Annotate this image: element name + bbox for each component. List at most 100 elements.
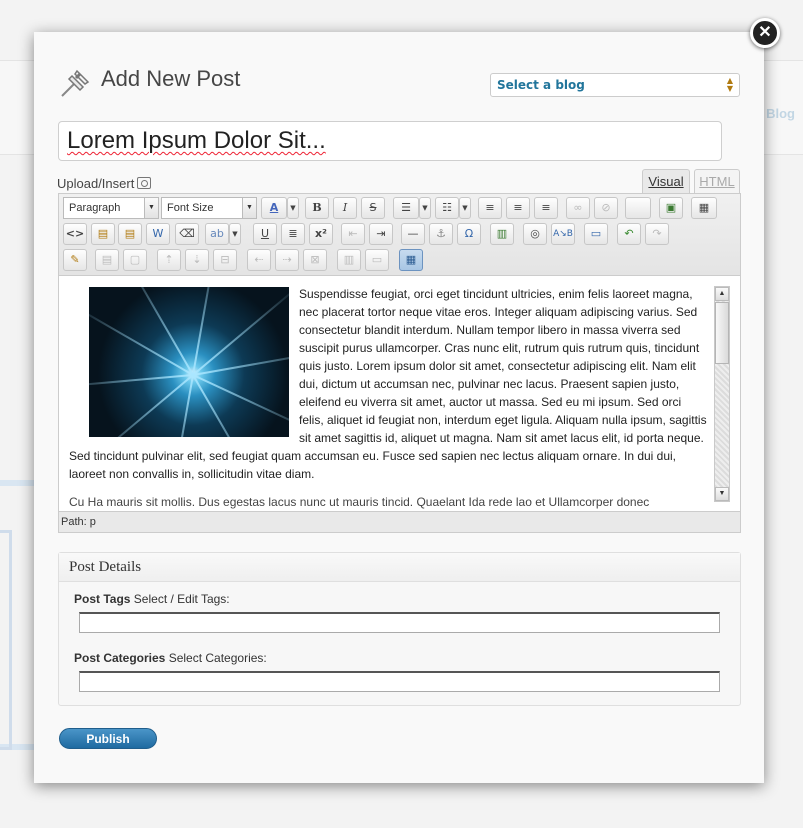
bold-button[interactable]: B	[305, 197, 329, 219]
chevron-down-icon: ▼	[242, 198, 256, 218]
merge-cells-button[interactable]: ▭	[365, 249, 389, 271]
post-categories-input[interactable]	[79, 671, 720, 692]
scroll-up-arrow-icon[interactable]: ▲	[715, 287, 729, 301]
paste-word-button[interactable]: W	[146, 223, 170, 245]
find-button[interactable]: ◎	[523, 223, 547, 245]
replace-button[interactable]: A↘B	[551, 223, 575, 245]
add-media-icon[interactable]	[137, 177, 152, 189]
paste-text-icon: ▤	[124, 227, 136, 240]
scroll-down-arrow-icon[interactable]: ▼	[715, 487, 729, 501]
table-icon: ▦	[405, 253, 417, 266]
split-cells-button[interactable]: ▥	[337, 249, 361, 271]
redo-icon: ↷	[652, 227, 662, 240]
numbered-list-dropdown[interactable]: ▼	[459, 197, 471, 219]
highlight-button[interactable]: ab	[205, 223, 229, 245]
highlight-dropdown[interactable]: ▼	[229, 223, 241, 245]
post-categories-label-bold: Post Categories	[74, 651, 166, 665]
undo-button[interactable]: ↶	[617, 223, 641, 245]
paste-word-icon: W	[152, 227, 164, 240]
italic-button[interactable]: I	[333, 197, 357, 219]
insert-layer-button[interactable]: ▭	[584, 223, 608, 245]
insert-table-button[interactable]: ▦	[399, 249, 423, 271]
paste-text-button[interactable]: ▤	[118, 223, 142, 245]
post-categories-label: Post Categories Select Categories:	[74, 651, 267, 665]
image-float-spacer	[69, 285, 299, 441]
eraser-icon: ⌫	[179, 227, 195, 240]
remove-format-button[interactable]: ⌫	[175, 223, 199, 245]
unlink-button[interactable]: ⊘	[594, 197, 618, 219]
justify-button[interactable]: ≣	[281, 223, 305, 245]
text-color-button[interactable]: A	[261, 197, 287, 219]
strikethrough-button[interactable]: S	[361, 197, 385, 219]
paragraph-format-select[interactable]: Paragraph ▼	[63, 197, 159, 219]
insert-link-button[interactable]: ∞	[566, 197, 590, 219]
split-cells-icon: ▥	[343, 253, 355, 266]
tab-visual[interactable]: Visual	[642, 169, 690, 193]
pushpin-icon	[61, 69, 90, 97]
align-right-button[interactable]: ≡	[534, 197, 558, 219]
editor-content[interactable]: Suspendisse feugiat, orci eget tincidunt…	[59, 277, 740, 511]
insert-media-button[interactable]: ▥	[490, 223, 514, 245]
align-center-button[interactable]: ≡	[506, 197, 530, 219]
delete-row-icon: ⊟	[220, 253, 230, 266]
background-blog-link: Blog	[766, 106, 795, 121]
html-code-button[interactable]: <>	[63, 223, 87, 245]
insert-more-button[interactable]	[625, 197, 651, 219]
bullet-list-button[interactable]: ☰	[393, 197, 419, 219]
upload-insert[interactable]: Upload/Insert	[57, 176, 152, 191]
bullet-list-icon: ☰	[401, 201, 411, 214]
rich-text-editor: Paragraph ▼ Font Size ▼ A ▼ B I S ☰ ▼ ☷ ▼ …	[58, 193, 741, 533]
editor-scrollbar[interactable]: ▲ ▼	[714, 286, 730, 502]
indent-button[interactable]: ⇥	[369, 223, 393, 245]
text-color-dropdown[interactable]: ▼	[287, 197, 299, 219]
outdent-button[interactable]: ⇤	[341, 223, 365, 245]
indent-icon: ⇥	[376, 227, 386, 240]
post-tags-input[interactable]	[79, 612, 720, 633]
blog-select-value: Select a blog	[497, 78, 585, 92]
font-size-select[interactable]: Font Size ▼	[161, 197, 257, 219]
table-row-props-button[interactable]: ▤	[95, 249, 119, 271]
edit-image-button[interactable]: ✎	[63, 249, 87, 271]
table-cell-props-button[interactable]: ▢	[123, 249, 147, 271]
anchor-button[interactable]: ⚓	[429, 223, 453, 245]
insert-row-after-button[interactable]: ⇣	[185, 249, 209, 271]
publish-button[interactable]: Publish	[59, 728, 157, 749]
superscript-button[interactable]: x²	[309, 223, 333, 245]
post-title-input[interactable]: Lorem Ipsum Dolor Sit...	[58, 121, 722, 161]
text-color-icon: A	[269, 201, 279, 214]
redo-button[interactable]: ↷	[645, 223, 669, 245]
blog-select[interactable]: Select a blog ▲ ▼	[490, 73, 740, 97]
replace-icon: A↘B	[553, 229, 573, 239]
horizontal-rule-icon: —	[407, 227, 419, 240]
horizontal-rule-button[interactable]: —	[401, 223, 425, 245]
row-after-icon: ⇣	[192, 253, 202, 266]
delete-col-icon: ⊠	[310, 253, 320, 266]
page-title: Add New Post	[101, 66, 241, 91]
underline-button[interactable]: U	[253, 223, 277, 245]
editor-path-bar: Path: p	[59, 511, 740, 532]
close-button[interactable]: ✕	[750, 18, 780, 48]
align-center-icon: ≡	[513, 201, 523, 214]
post-title-value: Lorem Ipsum Dolor Sit...	[67, 127, 326, 154]
outdent-icon: ⇤	[348, 227, 358, 240]
scroll-thumb[interactable]	[715, 302, 729, 364]
paste-button[interactable]: ▤	[91, 223, 115, 245]
special-character-button[interactable]: Ω	[457, 223, 481, 245]
insert-col-before-button[interactable]: ⇠	[247, 249, 271, 271]
delete-row-button[interactable]: ⊟	[213, 249, 237, 271]
insert-row-before-button[interactable]: ⇡	[157, 249, 181, 271]
post-details-panel: Post Details Post Tags Select / Edit Tag…	[58, 552, 741, 706]
align-left-button[interactable]: ≡	[478, 197, 502, 219]
bullet-list-dropdown[interactable]: ▼	[419, 197, 431, 219]
binoculars-icon: ◎	[530, 227, 540, 240]
insert-col-after-button[interactable]: ⇢	[275, 249, 299, 271]
post-body-text: Suspendisse feugiat, orci eget tincidunt…	[69, 285, 709, 511]
tab-html[interactable]: HTML	[694, 169, 740, 193]
merge-cells-icon: ▭	[371, 253, 383, 266]
toolbar-toggle-button[interactable]: ▦	[691, 197, 717, 219]
kitchen-sink-icon: ▦	[698, 201, 710, 214]
numbered-list-button[interactable]: ☷	[435, 197, 459, 219]
insert-image-button[interactable]: ▣	[659, 197, 683, 219]
delete-col-button[interactable]: ⊠	[303, 249, 327, 271]
chevron-down-icon: ▼	[422, 204, 428, 212]
